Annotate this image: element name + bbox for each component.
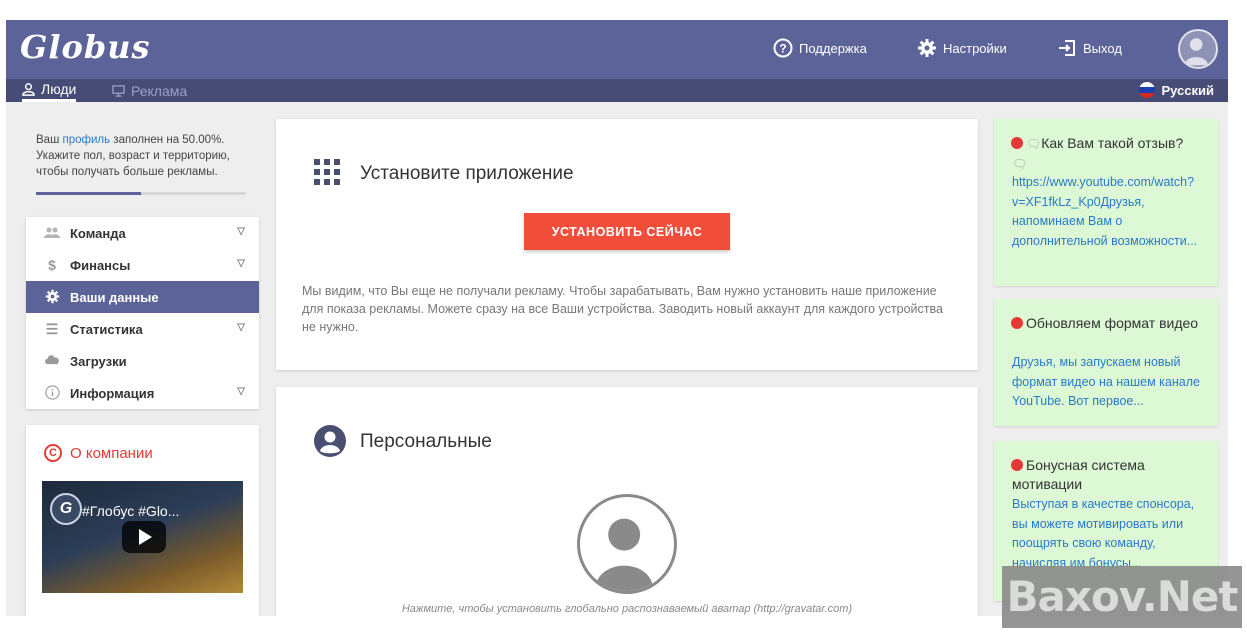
news-body[interactable]: Друзья, мы запускаем новый формат видео … (1012, 353, 1212, 412)
news-title-text: Обновляем формат видео (1026, 315, 1199, 331)
dollar-icon: $ (48, 257, 56, 273)
news-title[interactable]: Бонусная система мотивации (1012, 456, 1207, 494)
menu-item-team[interactable]: Команда ▽ (26, 217, 259, 249)
menu-item-finance-label: Финансы (70, 258, 131, 273)
russia-flag-icon (1139, 82, 1156, 98)
profile-progress-bar (36, 192, 246, 195)
gear-icon (44, 289, 60, 305)
comment-icon: 🗨 (1026, 137, 1042, 151)
news-body[interactable]: Выступая в качестве спонсора, вы можете … (1012, 495, 1212, 573)
tab-people-label: Люди (41, 81, 77, 97)
user-avatar-icon (1184, 38, 1208, 66)
news-title-text: Как Вам такой отзыв? (1041, 135, 1184, 151)
about-company-label: О компании (70, 444, 153, 462)
chevron-down-icon: ▽ (237, 258, 245, 269)
tab-people[interactable]: Люди (22, 79, 77, 102)
cloud-icon (44, 353, 60, 369)
gear-icon (918, 39, 936, 57)
about-company-card: C О компании G #Глобус #Glo... (26, 425, 259, 616)
install-app-title: Установите приложение (360, 163, 574, 184)
news-badge-icon (1012, 460, 1022, 470)
news-title-text: Бонусная система мотивации (1012, 457, 1145, 492)
menu-item-info-label: Информация (70, 386, 155, 401)
sub-navigation: Люди Реклама Русский (6, 79, 1228, 102)
comment-icon: 🗨 (1012, 157, 1028, 171)
tab-advertising-label: Реклама (131, 82, 188, 99)
news-title[interactable]: 🗨Как Вам такой отзыв? 🗨 (1012, 134, 1207, 174)
install-app-card: Установите приложение УСТАНОВИТЬ СЕЙЧАС … (276, 119, 978, 370)
info-icon (44, 385, 60, 401)
profile-progress-fill (36, 192, 141, 195)
video-caption: #Глобус #Glo... (82, 503, 180, 519)
app-frame: Globus ? Поддержка Настройки Выход Люди … (6, 20, 1228, 616)
top-header: Globus ? Поддержка Настройки Выход (6, 20, 1228, 79)
person-icon (22, 82, 35, 96)
logout-label: Выход (1083, 40, 1122, 56)
news-title[interactable]: Обновляем формат видео (1012, 314, 1207, 333)
language-selector[interactable]: Русский (1139, 82, 1214, 98)
globus-logo[interactable]: Globus (20, 28, 150, 66)
about-company-link[interactable]: C О компании (44, 444, 153, 462)
menu-item-your-data[interactable]: Ваши данные (26, 281, 259, 313)
personal-card: Персональные Нажмите, чтобы установить г… (276, 387, 978, 616)
menu-item-team-label: Команда (70, 226, 126, 241)
user-avatar[interactable] (1178, 29, 1218, 69)
side-menu: Команда ▽ $ Финансы ▽ Ваши данные ☰ Стат… (26, 217, 259, 409)
play-icon[interactable] (122, 521, 166, 553)
personal-title: Персональные (360, 431, 492, 452)
profile-completion-note: Ваш профиль заполнен на 50.00%. Укажите … (36, 132, 246, 180)
news-card: Обновляем формат видео Друзья, мы запуск… (994, 299, 1218, 426)
profile-text-before: Ваш (36, 134, 63, 146)
news-badge-icon (1012, 318, 1022, 328)
gravatar-note: Нажмите, чтобы установить глобально расп… (401, 603, 853, 615)
svg-text:?: ? (779, 42, 786, 56)
tab-advertising[interactable]: Реклама (112, 79, 187, 102)
profile-avatar-placeholder[interactable] (577, 494, 677, 594)
apps-grid-icon (314, 159, 340, 185)
install-now-button[interactable]: УСТАНОВИТЬ СЕЙЧАС (524, 213, 730, 250)
logout-icon (1059, 40, 1075, 56)
settings-link[interactable]: Настройки (917, 38, 1007, 58)
team-icon (44, 225, 60, 241)
menu-item-downloads-label: Загрузки (70, 354, 127, 369)
company-video[interactable]: G #Глобус #Glo... (42, 481, 243, 593)
help-icon: ? (773, 38, 793, 58)
menu-item-finance[interactable]: $ Финансы ▽ (26, 249, 259, 281)
person-circle-icon (314, 425, 346, 457)
news-card: 🗨Как Вам такой отзыв? 🗨 https://www.youtu… (994, 119, 1218, 286)
copyright-icon: C (44, 444, 62, 462)
menu-item-info[interactable]: Информация ▽ (26, 377, 259, 409)
watermark: Baxov.Net (1002, 566, 1242, 628)
chevron-down-icon: ▽ (237, 322, 245, 333)
menu-item-statistics[interactable]: ☰ Статистика ▽ (26, 313, 259, 345)
language-label: Русский (1161, 82, 1214, 98)
news-badge-icon (1012, 138, 1022, 148)
menu-item-your-data-label: Ваши данные (70, 290, 159, 305)
support-link[interactable]: ? Поддержка (773, 38, 867, 58)
silhouette-icon (595, 518, 654, 591)
monitor-icon (112, 85, 125, 97)
support-label: Поддержка (799, 40, 867, 56)
news-body[interactable]: https://www.youtube.com/watch?v=XF1fkLz_… (1012, 173, 1212, 251)
chevron-down-icon: ▽ (237, 386, 245, 397)
chevron-down-icon: ▽ (237, 226, 245, 237)
channel-logo-icon: G (50, 493, 82, 525)
settings-label: Настройки (943, 40, 1007, 56)
menu-item-statistics-label: Статистика (70, 322, 143, 337)
menu-item-downloads[interactable]: Загрузки (26, 345, 259, 377)
profile-link[interactable]: профиль (63, 134, 111, 146)
install-description: Мы видим, что Вы еще не получали рекламу… (302, 284, 943, 334)
logout-link[interactable]: Выход (1057, 38, 1122, 58)
list-icon: ☰ (45, 321, 59, 337)
